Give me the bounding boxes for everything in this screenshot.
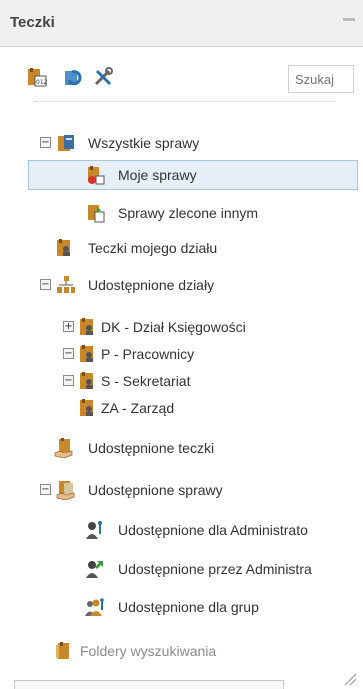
horizontal-scrollbar[interactable]	[14, 680, 284, 689]
tree-node-label: ZA - Zarząd	[101, 400, 175, 416]
tree-node-label: Udostępnione dla grup	[118, 599, 259, 615]
folders-panel: Teczki 012 − Wszystkie sprawy	[0, 0, 363, 689]
refresh-icon[interactable]	[62, 66, 84, 88]
tree-node-delegated-cases[interactable]: Sprawy zlecone innym	[0, 199, 363, 227]
tree-node-dept-p[interactable]: − P - Pracownicy	[0, 340, 363, 368]
tree-node-label: Sprawy zlecone innym	[118, 205, 259, 221]
resize-grip-icon[interactable]	[343, 672, 357, 686]
expand-toggle-icon[interactable]: +	[63, 321, 74, 332]
shared-folder-icon	[54, 438, 73, 458]
user-shared-by-icon	[86, 561, 103, 578]
tree-node-label: P - Pracownicy	[101, 346, 195, 362]
tree-node-label: Wszystkie sprawy	[88, 135, 200, 151]
department-folder-icon	[57, 239, 70, 256]
user-shared-icon	[86, 521, 102, 539]
tree-node-label: Foldery wyszukiwania	[80, 643, 217, 659]
toolbar-divider	[35, 101, 335, 102]
tree-node-label: S - Sekretariat	[101, 373, 191, 389]
tree-node-label: Udostępnione działy	[88, 277, 215, 293]
department-folder-icon	[80, 345, 93, 362]
tree-node-shared-by-admin[interactable]: Udostępnione przez Administra	[0, 555, 363, 583]
tree-node-shared-for-admin[interactable]: Udostępnione dla Administrato	[0, 516, 363, 544]
tree-node-label: Udostępnione przez Administra	[118, 561, 312, 577]
department-folder-icon	[80, 399, 93, 416]
tree-node-label: Udostępnione dla Administrato	[118, 522, 308, 538]
svg-text:012: 012	[36, 79, 48, 86]
tree-node-my-cases[interactable]: Moje sprawy	[0, 161, 363, 189]
collapse-toggle-icon[interactable]: −	[40, 484, 51, 495]
org-chart-icon	[57, 276, 75, 293]
tree-node-label: Moje sprawy	[118, 167, 197, 183]
tree-node-shared-folders[interactable]: Udostępnione teczki	[0, 434, 363, 462]
tree-node-all-cases[interactable]: − Wszystkie sprawy	[0, 129, 363, 157]
shared-cases-icon	[56, 481, 75, 500]
folder-add-icon[interactable]: 012	[26, 66, 48, 88]
panel-title: Teczki	[10, 14, 55, 31]
tree-node-shared-cases[interactable]: − Udostępnione sprawy	[0, 476, 363, 504]
tree-node-label: Udostępnione sprawy	[88, 482, 223, 498]
collapse-toggle-icon[interactable]: −	[63, 348, 74, 359]
search-input[interactable]	[288, 65, 354, 93]
group-shared-icon	[85, 598, 104, 616]
department-folder-icon	[80, 318, 93, 335]
tree-node-dept-za[interactable]: ZA - Zarząd	[0, 394, 363, 422]
tree-node-label: Teczki mojego działu	[88, 240, 218, 256]
cases-icon	[58, 135, 74, 151]
tree-node-label: Udostępnione teczki	[88, 440, 215, 456]
tree-node-department-folders[interactable]: Teczki mojego działu	[0, 234, 363, 262]
department-folder-icon	[80, 372, 93, 389]
search-folder-icon	[56, 642, 69, 659]
tree-node-dept-s[interactable]: − S - Sekretariat	[0, 367, 363, 395]
delegated-cases-icon	[88, 205, 105, 223]
tree-node-shared-for-groups[interactable]: Udostępnione dla grup	[0, 593, 363, 621]
my-cases-icon	[88, 166, 105, 185]
panel-header: Teczki	[0, 0, 363, 47]
collapse-toggle-icon[interactable]: −	[40, 279, 51, 290]
collapse-toggle-icon[interactable]: −	[40, 137, 51, 148]
tree-node-shared-departments[interactable]: − Udostępnione działy	[0, 271, 363, 299]
tools-icon[interactable]	[92, 66, 114, 88]
collapse-toggle-icon[interactable]: −	[63, 375, 74, 386]
tree-node-label: DK - Dział Księgowości	[101, 319, 246, 335]
minimize-icon[interactable]	[343, 18, 355, 21]
tree-node-search-folders[interactable]: Foldery wyszukiwania	[0, 637, 363, 665]
tree-node-dept-dk[interactable]: + DK - Dział Księgowości	[0, 313, 363, 341]
